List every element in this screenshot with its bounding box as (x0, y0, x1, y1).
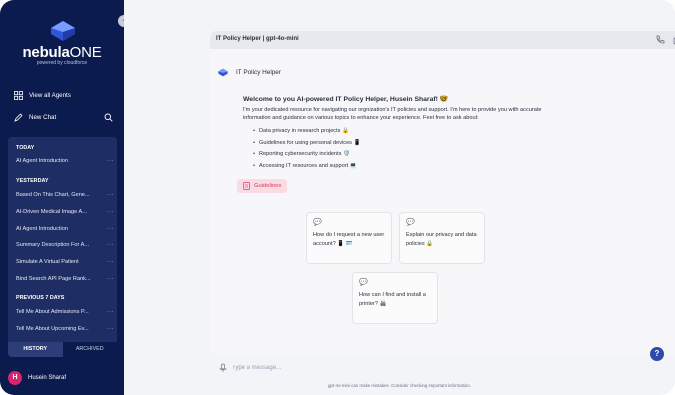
topic-item: Guidelines for using personal devices 📱 (243, 138, 563, 150)
chat-history-item-label: AI Agent Introduction (16, 226, 68, 232)
more-options-icon[interactable]: ··· (107, 276, 114, 282)
chat-bubble-icon: 💬 (313, 219, 322, 226)
suggestion-card[interactable]: 💬 Explain our privacy and data policies … (399, 212, 485, 264)
chat-history-item-label: Based On This Chart, Gene... (16, 192, 90, 198)
new-chat-link[interactable]: New Chat (14, 113, 56, 122)
section-heading-today: TODAY (16, 145, 35, 151)
chat-history-item[interactable]: Simulate A Virtual Patient ··· (16, 259, 114, 265)
chat-history-item[interactable]: Tell Me About Admissions P... ··· (16, 309, 114, 315)
more-options-icon[interactable]: ··· (107, 242, 114, 248)
search-icon[interactable] (104, 113, 113, 122)
more-options-icon[interactable]: ··· (107, 209, 114, 215)
suggestion-text: How do I request a new user account? 📱 🪪 (313, 232, 385, 247)
view-all-agents-link[interactable]: View all Agents (14, 91, 71, 100)
main-area: IT Policy Helper | gpt-4o-mini IT Policy… (124, 0, 675, 395)
brand-tagline: powered by cloudforce (36, 60, 88, 66)
chat-history-item[interactable]: Bind Search API Page Rank... ··· (16, 276, 114, 282)
topic-item: Accessing IT resources and support 💻 (243, 161, 563, 173)
grid-icon (14, 91, 23, 100)
topic-item: Reporting cybersecurity incidents 🛡️ (243, 149, 563, 161)
assistant-message: Welcome to you AI-powered IT Policy Help… (243, 95, 563, 172)
nebula-logo-icon (51, 21, 75, 41)
brand-name-bold: nebula (22, 44, 70, 61)
message-input[interactable] (232, 361, 532, 375)
history-tabbar: HISTORY ARCHIVED (8, 342, 117, 357)
microphone-icon[interactable] (218, 363, 228, 373)
more-options-icon[interactable]: ··· (107, 158, 114, 164)
help-icon[interactable]: ? (650, 347, 664, 361)
chat-history-item[interactable]: Based On This Chart, Gene... ··· (16, 192, 114, 198)
chat-history-item-label: Summary Description For A... (16, 242, 90, 248)
tab-history[interactable]: HISTORY (8, 342, 63, 357)
topic-list: Data privacy in research projects 🔒 Guid… (243, 126, 563, 172)
more-options-icon[interactable]: ··· (107, 326, 114, 332)
chat-history-item-label: AI-Driven Medical Image A... (16, 209, 87, 215)
sidebar: ‹ nebulaONE powered by cloudforce View a… (0, 0, 130, 395)
chat-history-item-label: Bind Search API Page Rank... (16, 276, 91, 282)
message-composer (210, 358, 675, 378)
section-heading-yesterday: YESTERDAY (16, 178, 49, 184)
new-chat-label: New Chat (29, 114, 57, 121)
chat-window: IT Policy Helper | gpt-4o-mini IT Policy… (210, 31, 675, 353)
chat-history-item[interactable]: AI-Driven Medical Image A... ··· (16, 209, 114, 215)
view-all-agents-label: View all Agents (29, 92, 71, 99)
chat-history-item[interactable]: AI Agent Introduction ··· (16, 226, 114, 232)
chat-bubble-icon: 💬 (406, 219, 415, 226)
chat-history-item-label: Tell Me About Upcoming Ev... (16, 326, 89, 332)
avatar: H (8, 371, 22, 385)
chat-history-item[interactable]: Tell Me About Upcoming Ev... ··· (16, 326, 114, 332)
chat-history-item[interactable]: AI Agent Introduction ··· (16, 158, 114, 164)
assistant-logo-icon (218, 68, 228, 77)
suggestion-text: Explain our privacy and data policies 🔒 (406, 232, 477, 247)
section-heading-previous-7-days: PREVIOUS 7 DAYS (16, 295, 65, 301)
brand-name-light: ONE (69, 44, 102, 61)
assistant-identity: IT Policy Helper (218, 68, 281, 77)
chat-header: IT Policy Helper | gpt-4o-mini (210, 31, 675, 49)
suggestion-text: How can I find and install a printer? 🖨️ (359, 292, 426, 307)
more-options-icon[interactable]: ··· (107, 259, 114, 265)
new-chat-icon (14, 113, 23, 122)
welcome-title: Welcome to you AI-powered IT Policy Help… (243, 96, 449, 103)
phone-icon[interactable] (655, 35, 665, 45)
guidelines-button[interactable]: Guidelines (237, 179, 288, 193)
app-frame: ‹ nebulaONE powered by cloudforce View a… (0, 0, 675, 395)
suggestion-card[interactable]: 💬 How do I request a new user account? 📱… (306, 212, 392, 264)
more-options-icon[interactable]: ··· (107, 226, 114, 232)
welcome-body: I'm your dedicated resource for navigati… (243, 107, 542, 121)
suggestion-card[interactable]: 💬 How can I find and install a printer? … (352, 272, 438, 324)
user-profile[interactable]: H Husein Sharaf (8, 371, 66, 385)
chat-title: IT Policy Helper | gpt-4o-mini (216, 36, 299, 42)
document-icon (243, 182, 250, 190)
more-options-icon[interactable]: ··· (107, 309, 114, 315)
assistant-name: IT Policy Helper (236, 69, 281, 76)
chat-bubble-icon: 💬 (359, 279, 368, 286)
chat-history-item[interactable]: Summary Description For A... ··· (16, 242, 114, 248)
disclaimer-text: gpt-4o-mini can make mistakes. Consider … (327, 383, 471, 388)
guidelines-label: Guidelines (254, 183, 282, 189)
more-options-icon[interactable]: ··· (107, 192, 114, 198)
topic-item: Data privacy in research projects 🔒 (243, 126, 563, 138)
chat-history-item-label: Simulate A Virtual Patient (16, 259, 79, 265)
chat-history-panel: TODAY AI Agent Introduction ··· YESTERDAY… (8, 137, 117, 357)
tab-archived[interactable]: ARCHIVED (62, 342, 117, 357)
chat-history-item-label: Tell Me About Admissions P... (16, 309, 89, 315)
brand-name: nebulaONE (10, 44, 114, 61)
user-name: Husein Sharaf (28, 375, 67, 381)
chat-history-item-label: AI Agent Introduction (16, 158, 68, 164)
